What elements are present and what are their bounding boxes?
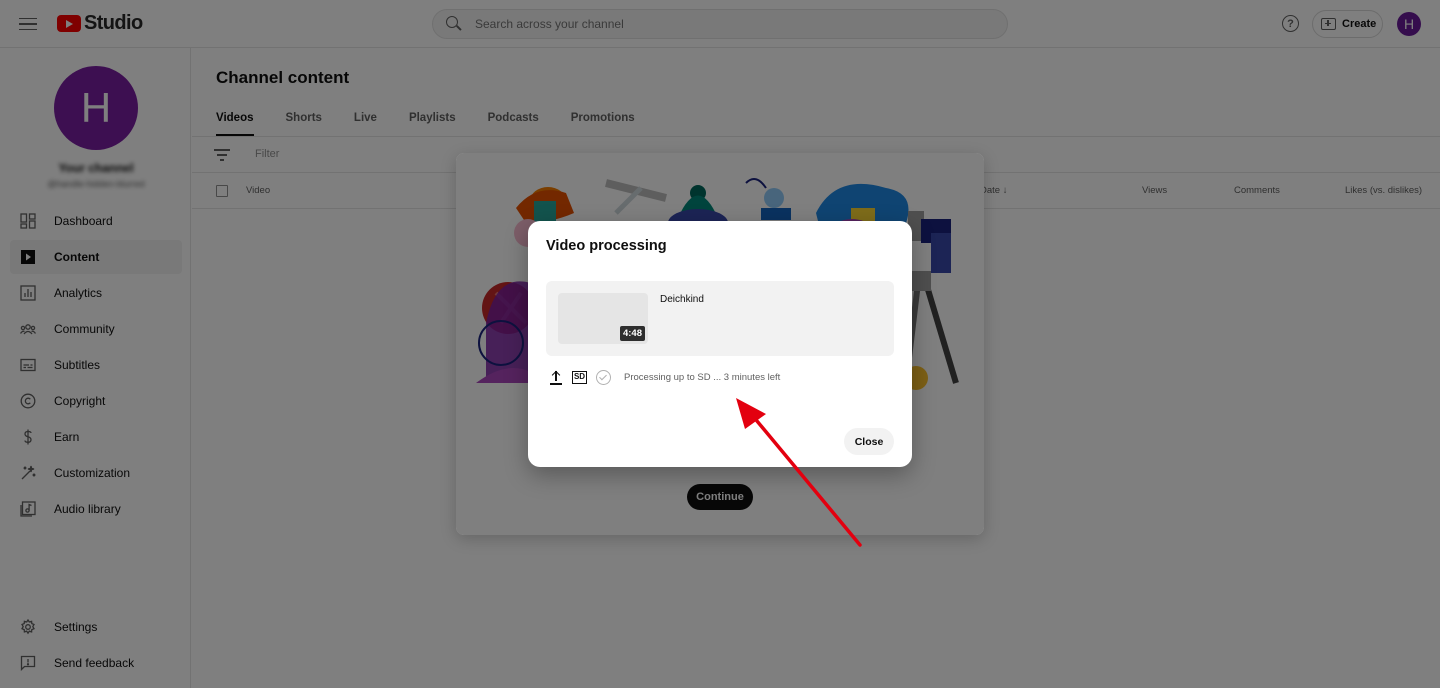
sd-quality-icon: SD — [572, 370, 587, 384]
status-text: Processing up to SD ... 3 minutes left — [624, 371, 781, 383]
video-card: 4:48 Deichkind — [546, 281, 894, 356]
checks-status-icon — [596, 369, 611, 385]
dialog-title: Video processing — [546, 238, 667, 254]
video-thumbnail[interactable]: 4:48 — [558, 293, 648, 344]
video-processing-dialog: Video processing 4:48 Deichkind SD Proce… — [528, 221, 912, 467]
duration-badge: 4:48 — [619, 326, 645, 341]
close-button[interactable]: Close — [844, 428, 894, 455]
processing-status: SD Processing up to SD ... 3 minutes lef… — [546, 368, 894, 386]
video-title[interactable]: Deichkind — [660, 294, 704, 305]
upload-icon — [548, 369, 564, 385]
